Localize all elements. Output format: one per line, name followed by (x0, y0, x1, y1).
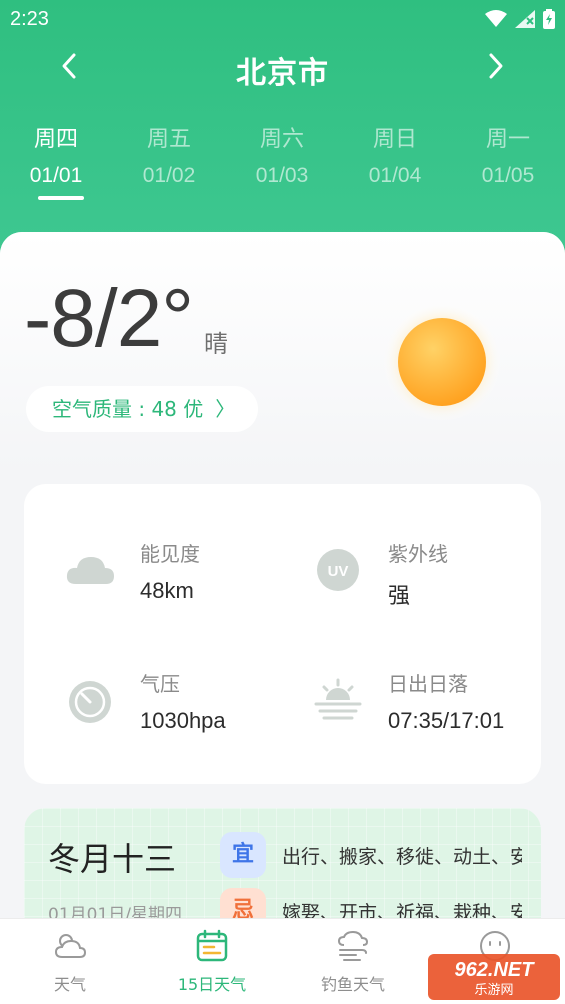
watermark-subtext: 乐游网 (474, 983, 513, 998)
pressure-label: 气压 (140, 672, 180, 696)
tab-fishing[interactable]: 钓鱼天气 (293, 929, 413, 995)
signal-icon (515, 10, 535, 28)
yi-activities: 出行、搬家、移徙、动土、安 (282, 846, 522, 868)
sun-icon (382, 302, 502, 422)
tab-15-day[interactable]: 15日天气 (152, 929, 272, 995)
day-date: 01/02 (142, 164, 196, 187)
status-bar: 2:23 (10, 6, 555, 34)
air-quality-text: 空气质量 : 48 优 (52, 397, 204, 421)
pressure-value: 1030hpa (140, 708, 226, 733)
top-nav: 北京市 (0, 44, 565, 91)
weather-details-card: 能见度 48km UV 紫外线 强 气压 1030hpa 日出日落 07:35/… (24, 484, 541, 784)
uv-icon: UV (317, 549, 359, 591)
uv-value: 强 (388, 584, 411, 609)
status-icons (485, 8, 555, 30)
chevron-right-icon[interactable] (477, 48, 513, 84)
day-weekday: 周一 (485, 127, 530, 152)
uv-label: 紫外线 (388, 542, 448, 566)
visibility-value: 48km (140, 578, 194, 603)
day-date: 01/04 (368, 164, 422, 187)
header: 2:23 北京市 周四 01/01 周五 01/02 周六 01/03 周日 0… (0, 0, 565, 270)
tab-fishing-label: 钓鱼天气 (320, 975, 385, 994)
wifi-icon (485, 10, 507, 27)
active-day-indicator (38, 196, 84, 200)
day-date: 01/05 (481, 164, 535, 187)
watermark-logo: 962.NET 乐游网 (428, 954, 560, 1000)
visibility-item: 能见度 48km (64, 538, 304, 618)
uv-item: UV 紫外线 强 (312, 538, 552, 618)
pressure-item: 气压 1030hpa (64, 668, 304, 748)
weather-condition: 晴 (204, 330, 228, 358)
day-tabs: 周四 01/01 周五 01/02 周六 01/03 周日 01/04 周一 0… (0, 124, 565, 204)
status-time: 2:23 (10, 8, 49, 30)
wind-cloud-icon (337, 930, 369, 961)
tab-15-day-label: 15日天气 (177, 975, 247, 994)
day-weekday: 周六 (259, 127, 304, 152)
day-tab[interactable]: 周一 01/05 (458, 124, 558, 190)
day-date: 01/03 (255, 164, 309, 187)
almanac-card[interactable]: 冬月十三 01月01日/星期四 宜 出行、搬家、移徙、动土、安 忌 嫁娶、开市、… (24, 808, 541, 922)
gauge-icon (69, 681, 111, 723)
yi-badge: 宜 (220, 832, 266, 878)
battery-icon (543, 9, 555, 29)
air-quality-button[interactable]: 空气质量 : 48 优〉 (26, 386, 258, 432)
sunrise-icon (314, 678, 362, 720)
sunrise-sunset-label: 日出日落 (388, 672, 468, 696)
cloud-sun-icon (54, 934, 87, 958)
uv-icon-text: UV (328, 563, 349, 580)
watermark-text: 962.NET (455, 959, 536, 981)
sunrise-item: 日出日落 07:35/17:01 (312, 668, 552, 748)
day-tab[interactable]: 周六 01/03 (232, 124, 332, 190)
sunrise-sunset-value: 07:35/17:01 (388, 708, 505, 733)
cloud-icon (66, 557, 114, 584)
tab-weather-label: 天气 (53, 975, 86, 994)
temperature-range: -8/2° (24, 273, 194, 364)
day-tab[interactable]: 周日 01/04 (345, 124, 445, 190)
day-weekday: 周五 (146, 127, 191, 152)
visibility-label: 能见度 (140, 542, 200, 566)
calendar-icon (196, 929, 228, 962)
chevron-right-icon: 〉 (215, 397, 236, 421)
day-date: 01/01 (29, 164, 83, 187)
day-weekday: 周日 (372, 127, 417, 152)
tab-weather[interactable]: 天气 (10, 929, 130, 995)
ji-badge: 忌 (220, 888, 266, 922)
lunar-date: 冬月十三 (48, 840, 177, 878)
day-tab[interactable]: 周四 01/01 (6, 124, 106, 200)
day-weekday: 周四 (33, 127, 78, 152)
main-panel: -8/2° 晴 空气质量 : 48 优〉 能见度 48km UV 紫外线 强 气… (0, 232, 565, 922)
day-tab[interactable]: 周五 01/02 (119, 124, 219, 190)
